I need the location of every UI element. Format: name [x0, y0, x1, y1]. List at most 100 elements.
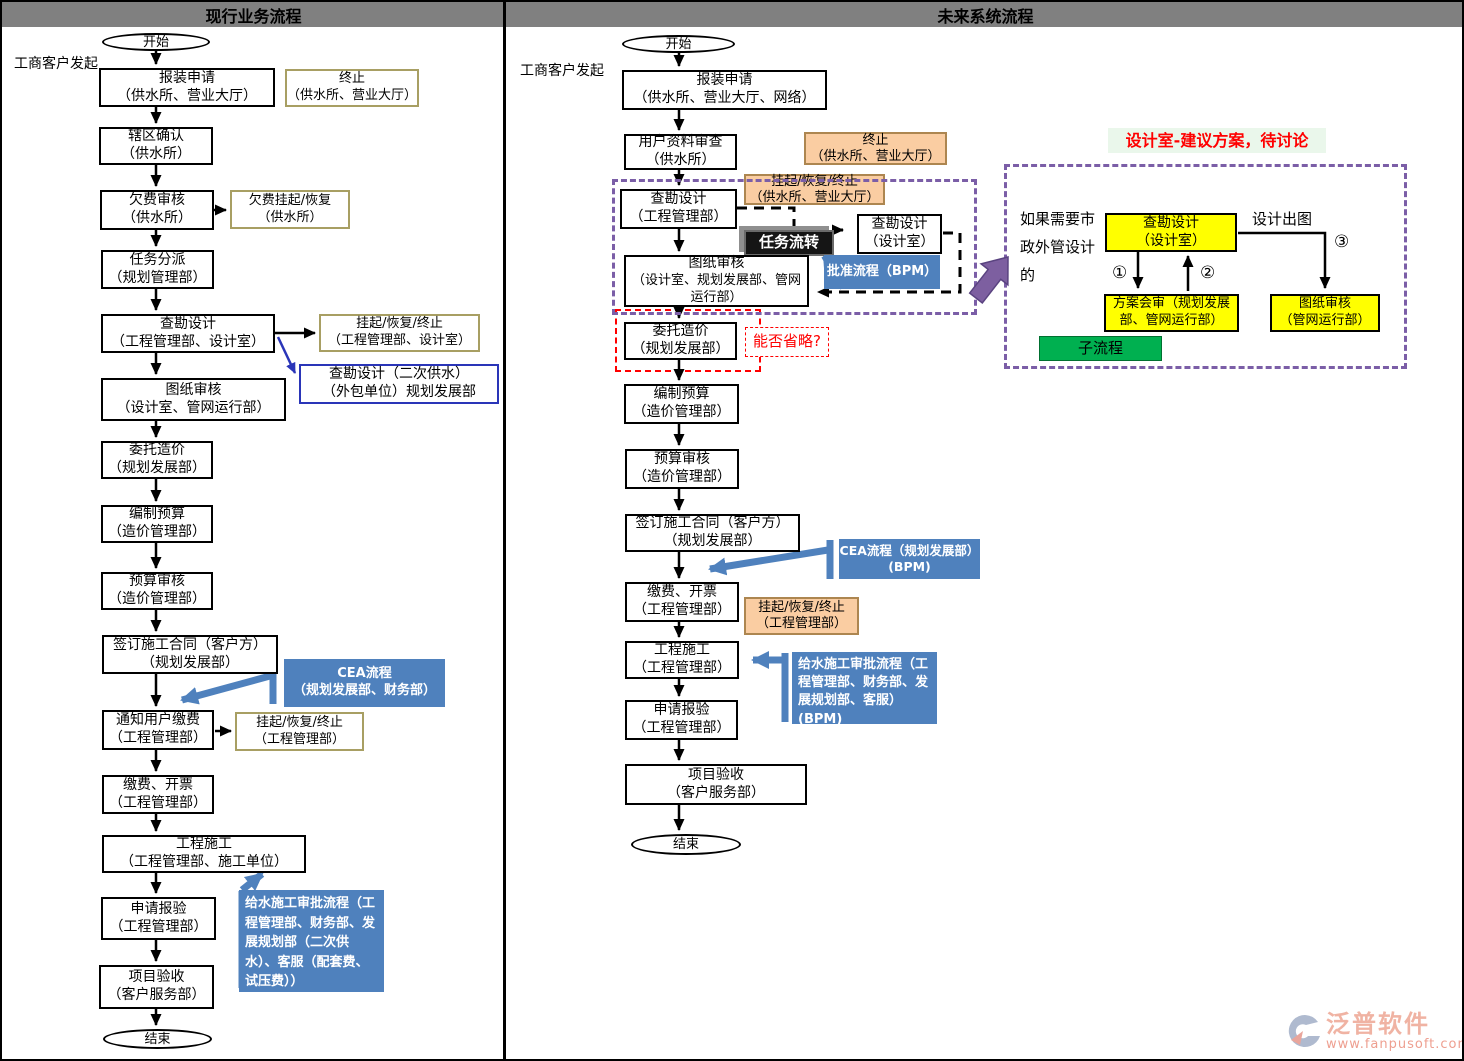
future-process-header: 未来系统流程 — [505, 2, 1464, 27]
current-terminate-box: 终止（供水所、营业大厅） — [285, 69, 419, 107]
label-line2: （设计室） — [1136, 233, 1206, 251]
label-line2: （工程管理部、设计室） — [328, 333, 471, 350]
future-data-review-box: 用户资料审查（供水所） — [624, 134, 737, 170]
label-line2: （供水所） — [646, 152, 716, 170]
label-line2: （造价管理部） — [633, 469, 731, 487]
label-line1: 申请报验 — [131, 901, 187, 919]
task-flow-tag: 任务流转 — [744, 230, 834, 256]
future-pay-hold-box: 挂起/恢复/终止（工程管理部） — [744, 597, 859, 635]
label-line1: 签订施工合同（客户方） — [636, 515, 790, 533]
design-out-label: 设计出图 — [1252, 208, 1312, 229]
label-line1: 工程施工 — [176, 836, 232, 854]
current-arrears-box: 欠费审核（供水所） — [100, 190, 214, 230]
future-construct-box: 工程施工（工程管理部） — [625, 641, 739, 679]
label-line2: （工程管理部） — [254, 732, 345, 749]
label-line1: 查勘设计 — [651, 191, 707, 209]
current-apply-box: 报装申请（供水所、营业大厅） — [99, 68, 275, 107]
future-survey-design-box: 查勘设计（设计室） — [857, 214, 942, 254]
future-apply-box: 报装申请（供水所、营业大厅、网络） — [622, 70, 827, 110]
label-line2: （规划发展部、财务部） — [293, 683, 436, 700]
start-label: 开始 — [143, 36, 169, 49]
subflow-drawing-review-box: 图纸审核（管网运行部） — [1270, 294, 1380, 332]
label-line2: （设计室） — [865, 234, 935, 252]
future-drawing-box: 图纸审核（设计室、规划发展部、管网运行部） — [624, 255, 809, 307]
label-line2: （设计室、管网运行部） — [117, 400, 271, 418]
label-line1: CEA流程 — [337, 666, 391, 683]
header-right-title: 未来系统流程 — [937, 3, 1033, 27]
label-line1: 编制预算 — [654, 386, 710, 404]
label-line1: 项目验收 — [129, 969, 185, 987]
label-line2: （造价管理部） — [633, 404, 731, 422]
label-line2: （供水所、营业大厅） — [749, 190, 879, 206]
label-line1: 报装申请 — [159, 70, 215, 88]
subprocess-tag: 子流程 — [1039, 336, 1162, 361]
current-end-ellipse: 结束 — [103, 1029, 212, 1049]
label-line2: （造价管理部） — [108, 524, 206, 542]
label-line2: （工程管理部） — [633, 720, 731, 738]
label-line2: （造价管理部） — [108, 591, 206, 609]
future-contract-box: 签订施工合同（客户方）（规划发展部） — [625, 514, 800, 552]
label-line2: （工程管理部） — [109, 730, 207, 748]
label-line1: 挂起/恢复/终止 — [356, 316, 443, 333]
label-line2: （工程管理部、施工单位） — [120, 854, 288, 872]
current-cea-callout: CEA流程（规划发展部、财务部） — [284, 659, 445, 707]
label-line1: 编制预算 — [129, 506, 185, 524]
label-line2: （工程管理部） — [633, 660, 731, 678]
fanpusoft-watermark: 泛普软件 www.fanpusoft.com — [1286, 1012, 1464, 1052]
callout-text: CEA流程（规划发展部）(BPM) — [839, 543, 980, 575]
label-line2: （规划发展部） — [664, 533, 762, 551]
label-line2: （供水所、营业大厅） — [117, 88, 257, 106]
current-budget-review-box: 预算审核（造价管理部） — [101, 572, 213, 610]
label-line2: （供水所） — [257, 210, 322, 227]
future-water-approval-callout: 给水施工审批流程（工程管理部、财务部、发展规划部、客服）(BPM) — [792, 652, 937, 724]
label-line2: （客户服务部） — [667, 785, 765, 803]
current-acceptance-box: 项目验收（客户服务部） — [99, 965, 214, 1009]
label-line1: 签订施工合同（客户方） — [113, 637, 267, 655]
future-initiator-label: 工商客户发起 — [520, 60, 604, 80]
tag-text: 子流程 — [1078, 339, 1123, 358]
current-contract-box: 签订施工合同（客户方）（规划发展部） — [102, 635, 278, 674]
label-line2: （外包单位）规划发展部 — [322, 384, 476, 402]
label-line2: （工程管理部） — [110, 919, 208, 937]
start-label: 开始 — [665, 38, 691, 51]
label-line2: （规划发展部） — [141, 655, 239, 673]
label-line1: 欠费挂起/恢复 — [249, 193, 331, 210]
label-line2: （规划管理部） — [109, 270, 207, 288]
label-line1: 委托造价 — [653, 323, 709, 341]
future-survey-pm-box: 查勘设计（工程管理部） — [620, 189, 737, 229]
future-end-ellipse: 结束 — [631, 834, 741, 855]
label-line1: 任务分派 — [130, 252, 186, 270]
current-pay-hold-box: 挂起/恢复/终止（工程管理部） — [235, 712, 364, 751]
label-line2: （规划发展部） — [108, 460, 206, 478]
end-label: 结束 — [673, 838, 699, 851]
current-construct-box: 工程施工（工程管理部、施工单位） — [102, 835, 306, 873]
label-line1: 预算审核 — [129, 573, 185, 591]
label-line1: 挂起/恢复/终止 — [758, 600, 845, 616]
label-text: 方案会审（规划发展部、管网运行部） — [1106, 296, 1237, 329]
flowchart-canvas: 现行业务流程 未来系统流程 — [0, 0, 1464, 1061]
label-line1: 图纸审核 — [1299, 296, 1351, 313]
label-line2: （工程管理部） — [633, 602, 731, 620]
current-initiator-label: 工商客户发起 — [14, 53, 98, 73]
label-line1: 通知用户缴费 — [116, 712, 200, 730]
marker-2: ② — [1200, 263, 1215, 283]
label-line2: （工程管理部） — [109, 795, 207, 813]
secondary-survey-arrow — [278, 337, 295, 373]
label-line1: 缴费、开票 — [647, 584, 717, 602]
label-line1: 工程施工 — [654, 642, 710, 660]
approve-bpm-callout: 批准流程（BPM） — [824, 255, 940, 289]
current-survey-box: 查勘设计（工程管理部、设计室） — [101, 314, 275, 353]
callout-text: 给水施工审批流程（工程管理部、财务部、发展规划部、客服）(BPM) — [798, 656, 931, 729]
current-process-header: 现行业务流程 — [2, 2, 505, 27]
label-line1: 申请报验 — [654, 702, 710, 720]
label-line2: （供水所、营业大厅、网络） — [634, 90, 816, 108]
current-pay-box: 缴费、开票（工程管理部） — [102, 775, 214, 814]
label-line1: 查勘设计 — [1143, 215, 1199, 233]
logo-name: 泛普软件 — [1326, 1012, 1464, 1037]
label-line1: 图纸审核 — [166, 382, 222, 400]
label-line2: （管网运行部） — [1279, 313, 1370, 330]
future-budget-box: 编制预算（造价管理部） — [624, 384, 739, 424]
current-district-box: 辖区确认（供水所） — [99, 127, 213, 165]
future-budget-review-box: 预算审核（造价管理部） — [625, 449, 739, 489]
future-cea-callout: CEA流程（规划发展部）(BPM) — [839, 539, 980, 579]
